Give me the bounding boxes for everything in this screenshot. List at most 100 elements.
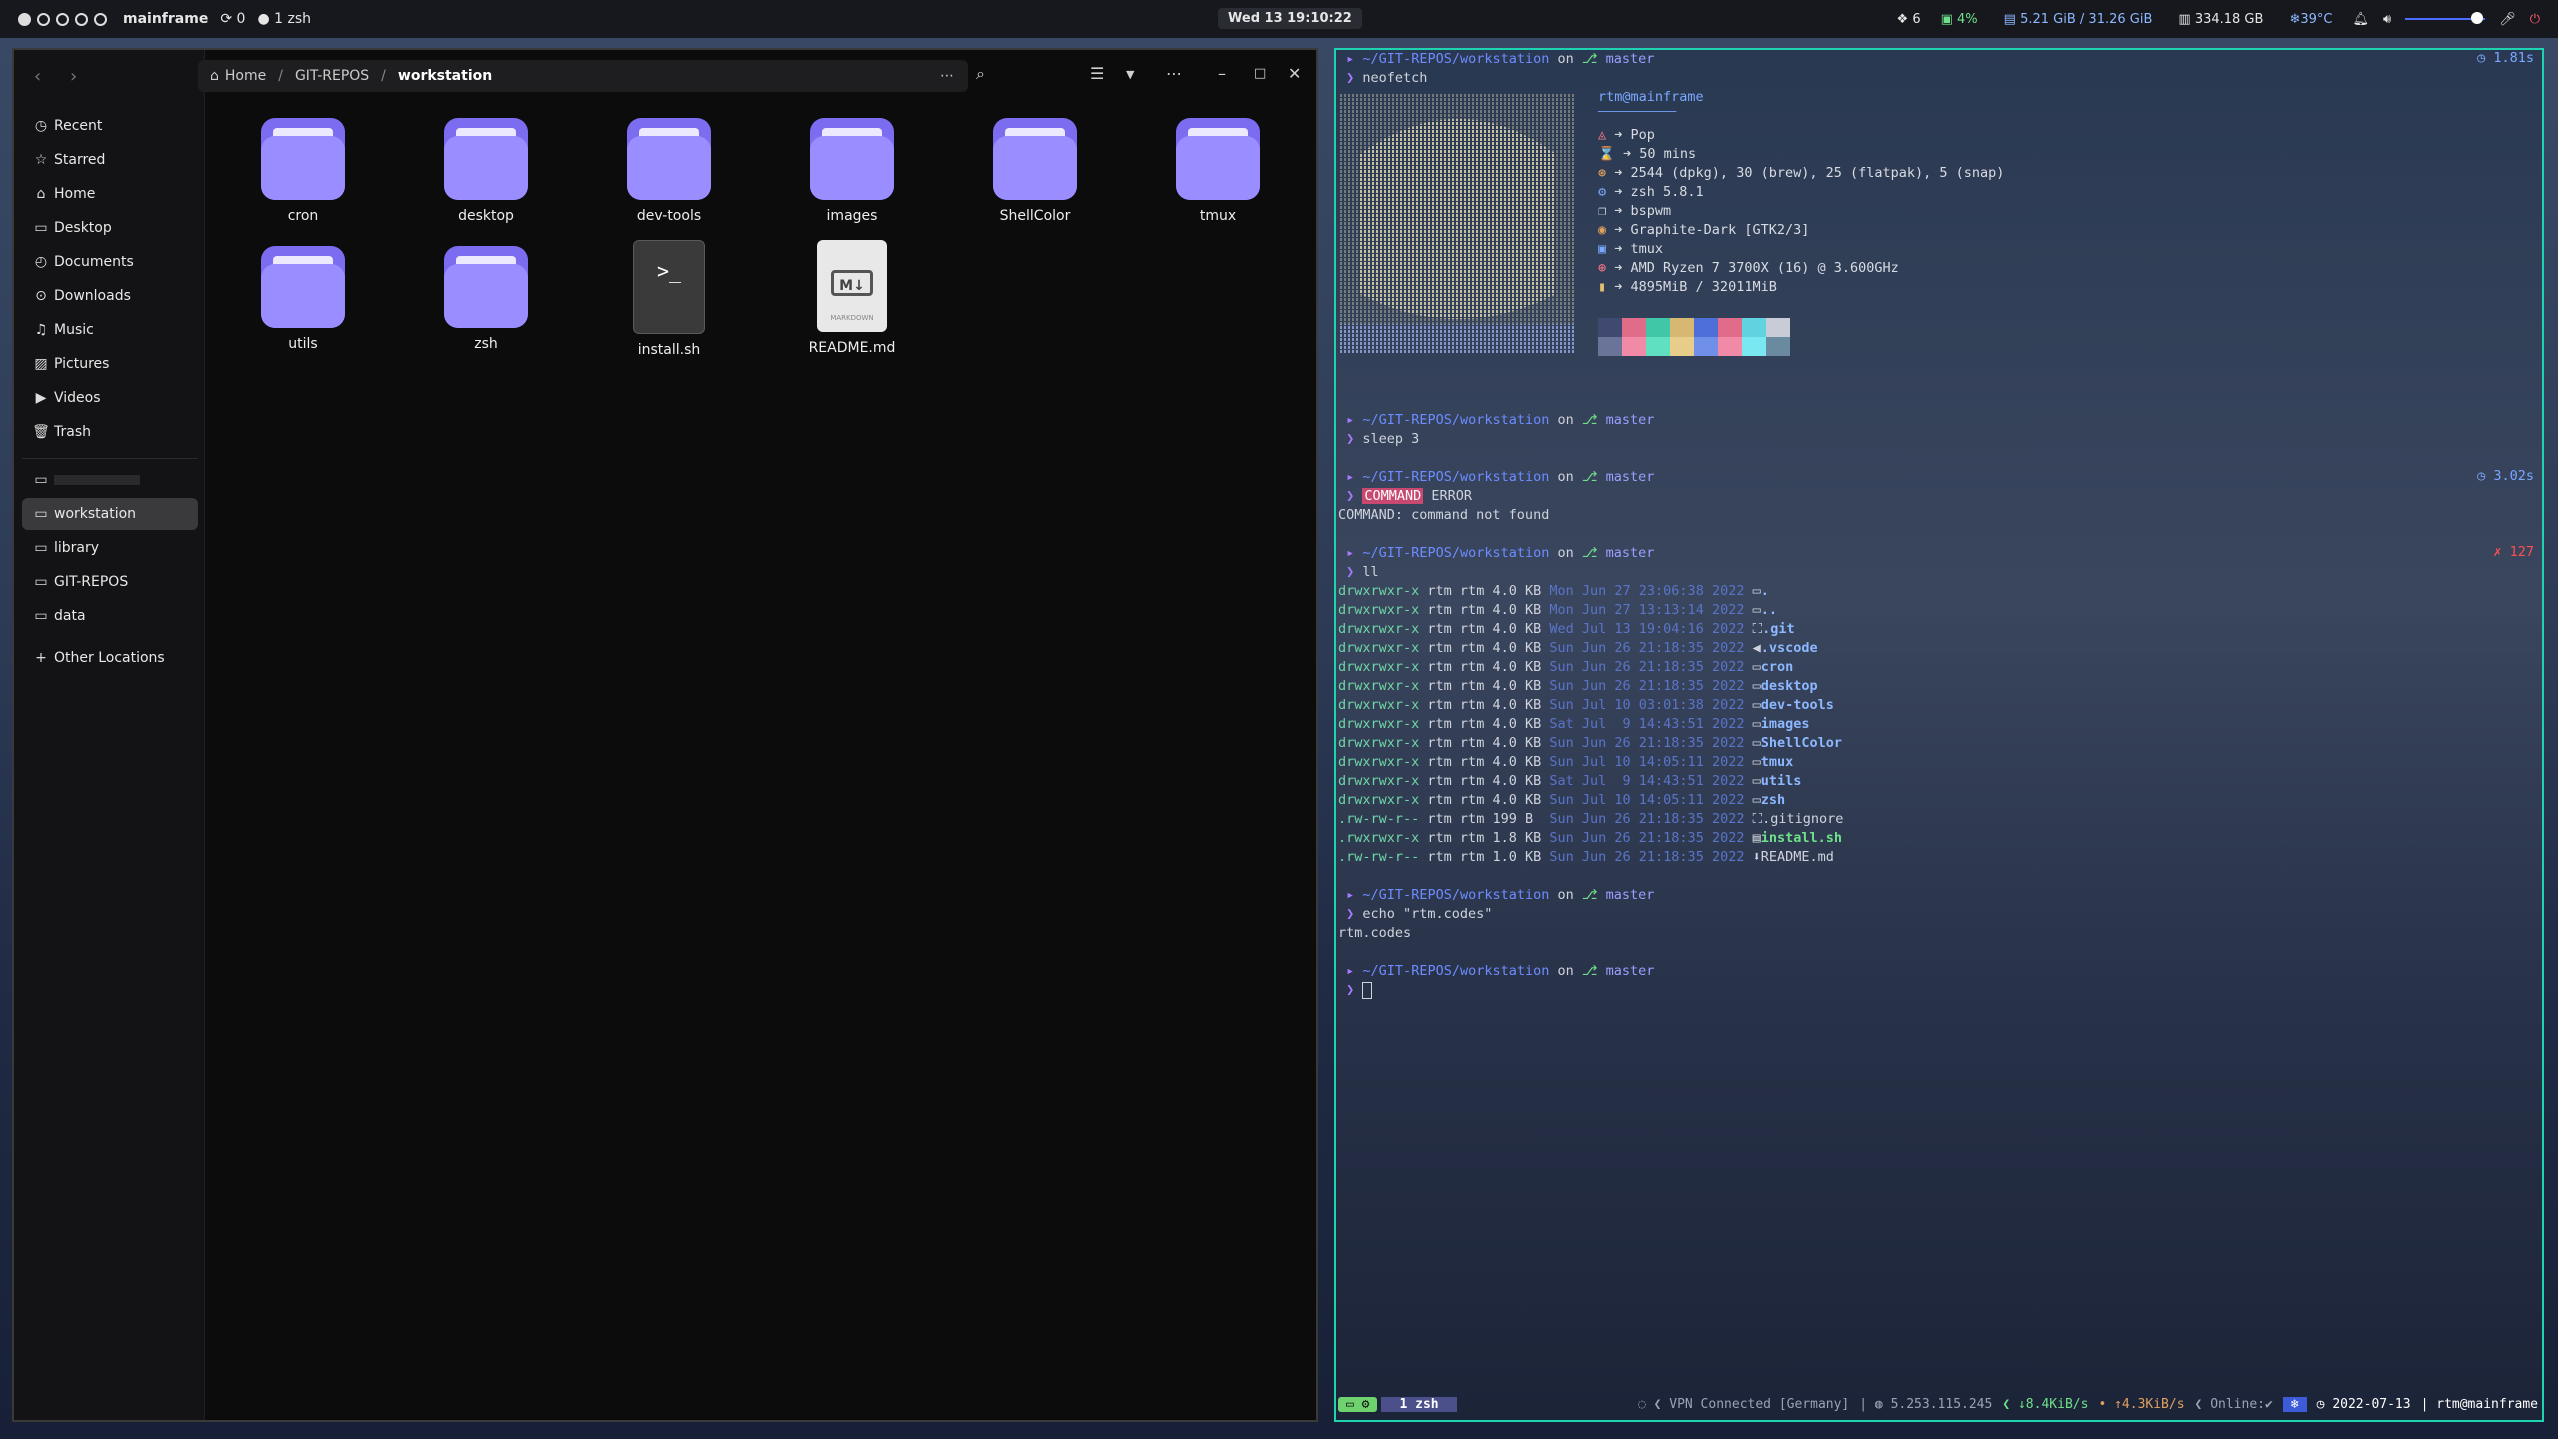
breadcrumb-home[interactable]: Home — [225, 68, 266, 84]
chevron-down-icon[interactable]: ▼ — [1126, 68, 1134, 81]
sidebar-item-downloads[interactable]: ⊙ Downloads — [22, 280, 198, 312]
sidebar-item-workstation[interactable]: ▭ workstation — [22, 498, 198, 530]
ll-row: .rwxrwxr-x rtm rtm 1.8 KB Sun Jun 26 21:… — [1338, 829, 1842, 848]
clock[interactable]: Wed 13 19:10:22 — [1218, 8, 1362, 29]
prompt-line: ▸ ~/GIT-REPOS/workstation on ⎇ master — [1338, 544, 1654, 563]
volume-slider[interactable] — [2405, 12, 2486, 24]
ll-perm: .rw-rw-r-- — [1338, 811, 1420, 827]
ll-size: 4.0 KB — [1492, 602, 1542, 618]
sidebar-item-home[interactable]: ⌂ Home — [22, 178, 198, 210]
updates-indicator[interactable]: ⟳ 0 — [220, 11, 245, 27]
sidebar-label: Home — [54, 186, 96, 202]
ll-size: 4.0 KB — [1492, 659, 1542, 675]
ll-size: 4.0 KB — [1492, 735, 1542, 751]
command-output: COMMAND: command not found — [1338, 507, 1550, 523]
sidebar-label: Downloads — [54, 288, 131, 304]
refresh-icon: ⟳ — [220, 11, 233, 27]
session-indicator[interactable]: ● 1 zsh — [257, 11, 311, 27]
workspace-indicators[interactable] — [18, 12, 107, 26]
prompt-on: on — [1557, 412, 1574, 428]
ll-row: drwxrwxr-x rtm rtm 4.0 KB Sun Jun 26 21:… — [1338, 734, 1842, 753]
command-text: echo "rtm.codes" — [1362, 906, 1493, 922]
command-line: ❯ ll — [1338, 563, 1379, 582]
forward-button[interactable]: › — [70, 66, 77, 87]
path-bar[interactable]: ⌂ Home / GIT-REPOS / workstation ⋯ — [198, 60, 968, 92]
sidebar-item-recent[interactable]: ◷ Recent — [22, 110, 198, 142]
item-label: install.sh — [637, 342, 701, 358]
cpu-value: AMD Ryzen 7 3700X (16) @ 3.600GHz — [1630, 260, 1899, 276]
prompt-line: ▸ ~/GIT-REPOS/workstation on ⎇ master — [1338, 411, 1654, 430]
sidebar-item-other-locations[interactable]: + Other Locations — [22, 642, 198, 674]
minimize-icon[interactable]: – — [1218, 64, 1226, 83]
file-item[interactable]: >_ install.sh — [599, 240, 739, 358]
neofetch-shell: ⚙ ➜ zsh 5.8.1 — [1598, 184, 1704, 200]
terminal-cursor — [1362, 981, 1373, 999]
file-manager-window: ◷ Recent ☆ Starred ⌂ Home ▭ Desktop ◴ Documen… — [12, 48, 1318, 1422]
branch-icon: ⎇ — [1581, 51, 1598, 67]
workspace-5[interactable] — [94, 12, 107, 26]
volume-knob[interactable] — [2471, 12, 2484, 24]
ll-owner: rtm rtm — [1427, 830, 1485, 846]
breadcrumb-workstation[interactable]: workstation — [398, 68, 492, 84]
sidebar-item-starred[interactable]: ☆ Starred — [22, 144, 198, 176]
power-icon[interactable]: ⏻ — [2530, 12, 2540, 27]
workspace-4[interactable] — [75, 12, 88, 26]
dropbox-indicator[interactable]: ❖ 6 — [1897, 12, 1921, 27]
folder-item[interactable]: tmux — [1148, 118, 1288, 224]
session-pill[interactable]: ▭ ⚙ — [1338, 1396, 1378, 1412]
sidebar-item-data[interactable]: ▭ data — [22, 600, 198, 632]
sidebar-item-music[interactable]: ♫ Music — [22, 314, 198, 346]
terminal-window[interactable]: ▸ ~/GIT-REPOS/workstation on ⎇ master ◷ … — [1334, 48, 2544, 1422]
memory-indicator[interactable]: ▤ 5.21 GiB / 31.26 GiB — [1998, 10, 2159, 29]
sidebar-item-desktop[interactable]: ▭ Desktop — [22, 212, 198, 244]
ll-perm: drwxrwxr-x — [1338, 640, 1420, 656]
cpu-indicator[interactable]: ▣ 4% — [1935, 10, 1984, 29]
command-line[interactable]: ❯ — [1338, 981, 1373, 1000]
speaker-icon[interactable]: 🔊︎ — [2383, 12, 2391, 27]
ll-date: Sun Jun 26 21:18:35 2022 — [1549, 659, 1745, 675]
ll-size: 1.0 KB — [1492, 849, 1542, 865]
folder-item[interactable]: utils — [233, 246, 373, 352]
monitor-icon: ▭ — [1346, 1396, 1354, 1412]
bell-icon[interactable]: 🔔︎ — [2352, 12, 2369, 27]
sidebar-item-library[interactable]: ▭ library — [22, 532, 198, 564]
folder-item[interactable]: zsh — [416, 246, 556, 352]
sidebar-item-trash[interactable]: 🗑︎ Trash — [22, 416, 198, 448]
sidebar-item-videos[interactable]: ▶ Videos — [22, 382, 198, 414]
ll-date: Wed Jul 13 19:04:16 2022 — [1549, 621, 1745, 637]
online-status: ❮ Online:✔ — [2194, 1396, 2273, 1412]
breadcrumb-git-repos[interactable]: GIT-REPOS — [295, 68, 369, 84]
menu-icon[interactable]: ⋯ — [1166, 64, 1182, 83]
close-icon[interactable]: ✕ — [1288, 64, 1301, 83]
temperature-indicator[interactable]: ❄39°C — [2283, 10, 2338, 29]
file-item[interactable]: M↓ MARKDOWN README.md — [782, 240, 922, 356]
search-icon[interactable]: ⌕ — [976, 64, 985, 84]
folder-item[interactable]: dev-tools — [599, 118, 739, 224]
workspace-2[interactable] — [37, 12, 50, 26]
path-menu-icon[interactable]: ⋯ — [940, 68, 954, 84]
workspace-3[interactable] — [56, 12, 69, 26]
tmux-status-bar: ▭ ⚙ 1 zsh ◌ ❮ VPN Connected [Germany] | … — [1338, 1394, 2538, 1414]
microphone-icon[interactable]: 🎤︎ — [2499, 12, 2516, 27]
maximize-icon[interactable]: □ — [1254, 66, 1266, 81]
sidebar-item-documents[interactable]: ◴ Documents — [22, 246, 198, 278]
folder-item[interactable]: ShellColor — [965, 118, 1105, 224]
sidebar-item-git-repos[interactable]: ▭ GIT-REPOS — [22, 566, 198, 598]
list-view-icon[interactable]: ☰ — [1090, 64, 1104, 83]
workspace-1[interactable] — [18, 12, 31, 26]
back-button[interactable]: ‹ — [34, 66, 41, 87]
ll-icon: ▭ — [1752, 697, 1761, 713]
folder-item[interactable]: desktop — [416, 118, 556, 224]
folder-item[interactable]: cron — [233, 118, 373, 224]
folder-icon: ▸ — [1346, 412, 1355, 428]
disk-indicator[interactable]: ▥ 334.18 GB — [2172, 10, 2269, 29]
tmux-window-tab[interactable]: 1 zsh — [1381, 1396, 1457, 1412]
sidebar-item-redacted[interactable]: ▭ — [22, 464, 198, 496]
home-icon: ⌂ — [210, 68, 219, 84]
folder-item[interactable]: images — [782, 118, 922, 224]
folder-icon: ▸ — [1346, 51, 1355, 67]
sidebar-item-pictures[interactable]: ▨ Pictures — [22, 348, 198, 380]
ll-size: 4.0 KB — [1492, 640, 1542, 656]
ll-name: zsh — [1760, 792, 1786, 808]
ll-perm: drwxrwxr-x — [1338, 697, 1420, 713]
